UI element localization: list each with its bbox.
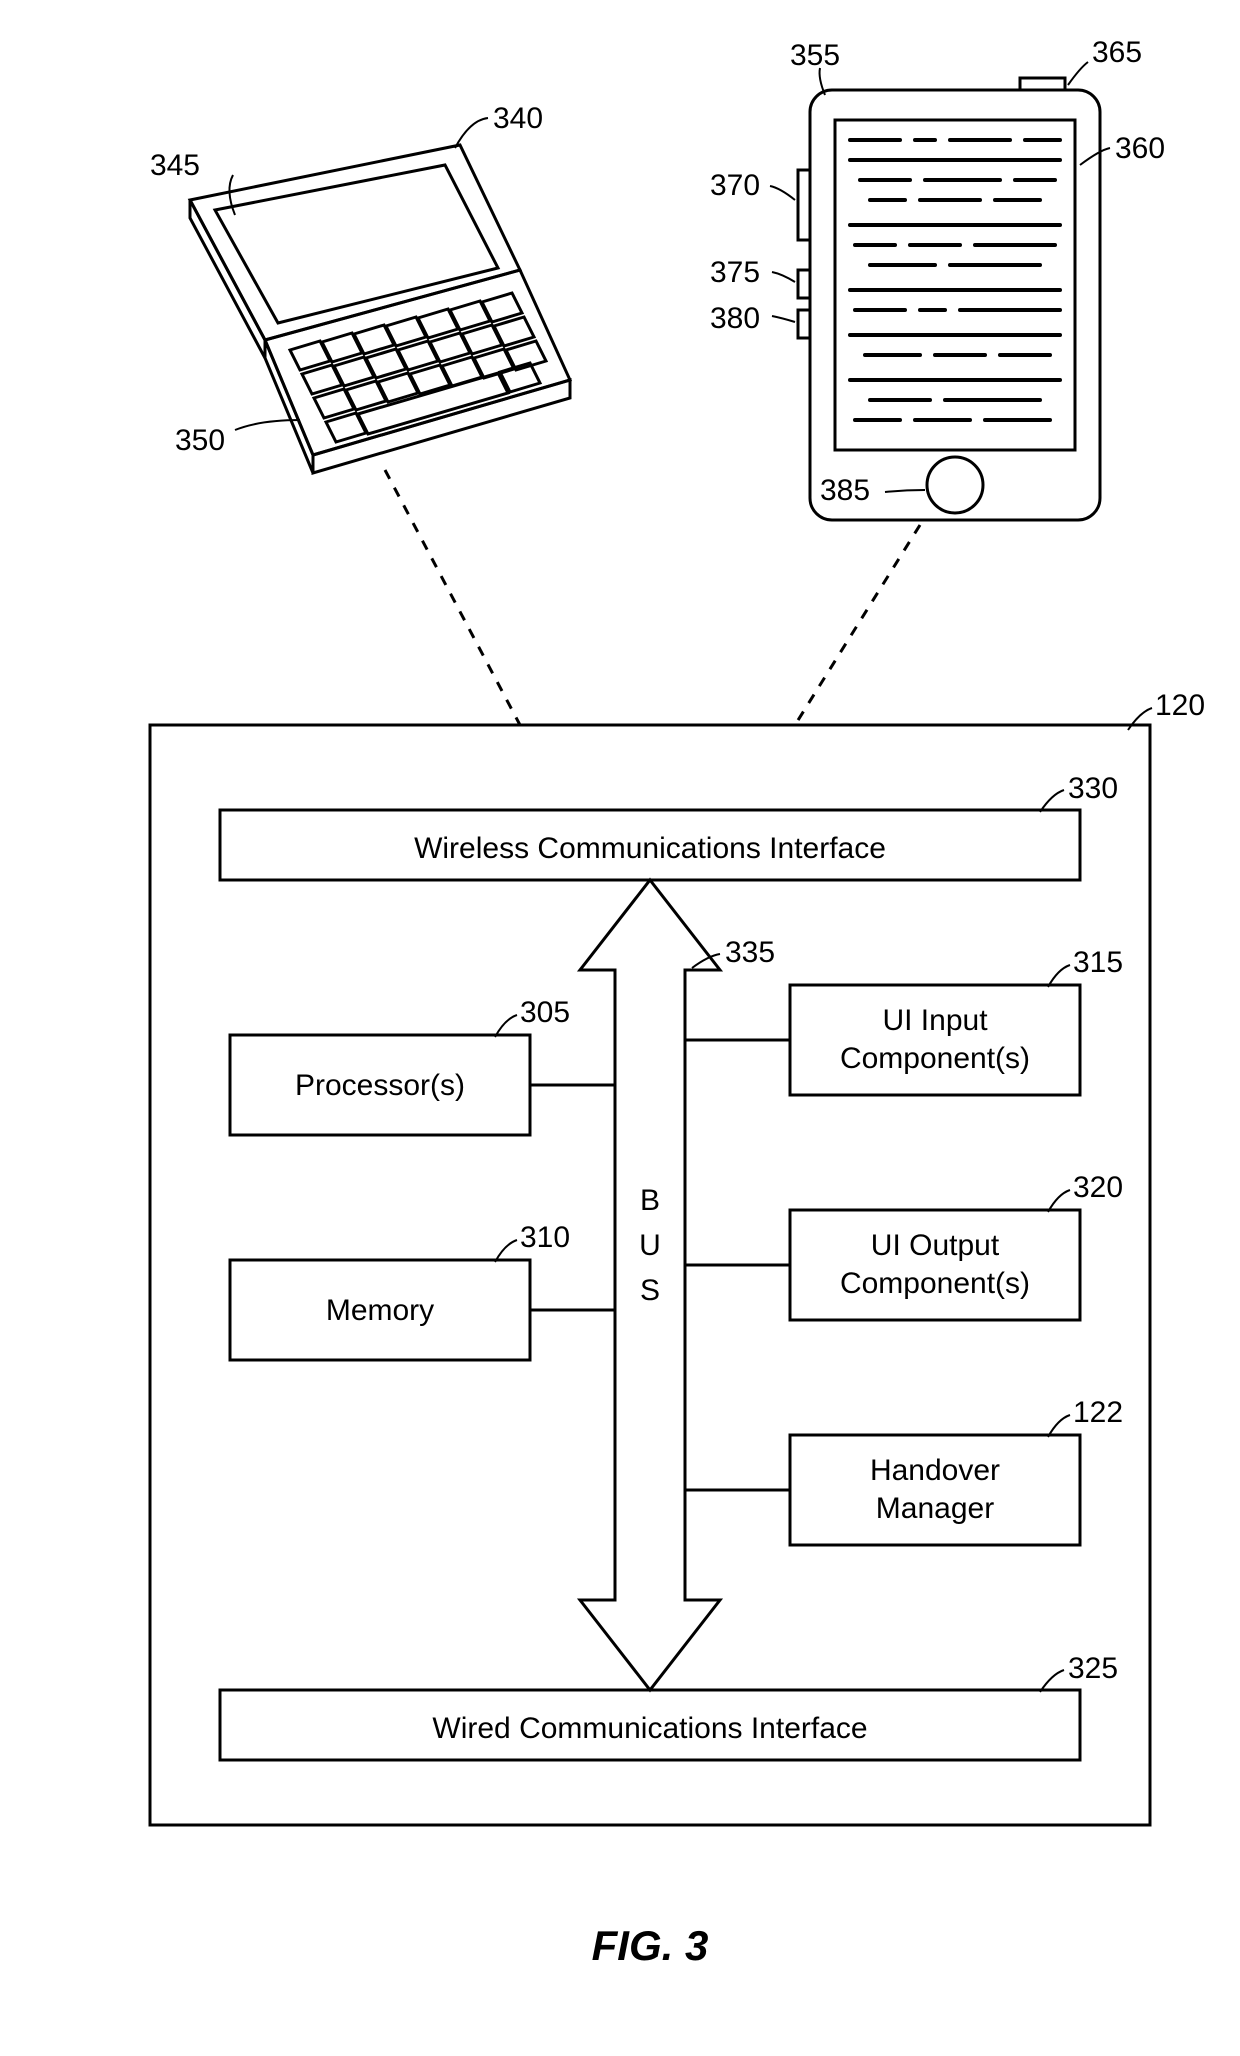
figure-3-diagram: 340 345 350 — [0, 0, 1240, 2056]
ref-345: 345 — [150, 149, 200, 182]
ref-120: 120 — [1155, 689, 1205, 722]
ui-output-label-2: Component(s) — [840, 1267, 1030, 1300]
handover-label-2: Manager — [876, 1492, 994, 1525]
ui-input-label-1: UI Input — [882, 1004, 988, 1037]
ref-335: 335 — [725, 936, 775, 969]
ref-315: 315 — [1073, 946, 1123, 979]
handover-box — [790, 1435, 1080, 1545]
ref-320: 320 — [1073, 1171, 1123, 1204]
phone-icon — [798, 78, 1100, 520]
ui-output-box — [790, 1210, 1080, 1320]
laptop-icon — [190, 145, 570, 473]
ref-325: 325 — [1068, 1652, 1118, 1685]
memory-label: Memory — [326, 1294, 434, 1327]
bus-letter-u: U — [639, 1229, 661, 1262]
ref-365: 365 — [1092, 36, 1142, 69]
bus-letter-b: B — [640, 1184, 660, 1217]
ref-355: 355 — [790, 39, 840, 72]
ref-385: 385 — [820, 474, 870, 507]
ui-input-box — [790, 985, 1080, 1095]
ref-310: 310 — [520, 1221, 570, 1254]
ref-380: 380 — [710, 302, 760, 335]
ref-370: 370 — [710, 169, 760, 202]
ref-122: 122 — [1073, 1396, 1123, 1429]
ui-output-label-1: UI Output — [871, 1229, 1000, 1262]
ref-375: 375 — [710, 256, 760, 289]
processor-label: Processor(s) — [295, 1069, 465, 1102]
ref-360: 360 — [1115, 132, 1165, 165]
ref-330: 330 — [1068, 772, 1118, 805]
wired-interface-label: Wired Communications Interface — [432, 1712, 867, 1745]
figure-caption: FIG. 3 — [592, 1922, 709, 1969]
ref-350: 350 — [175, 424, 225, 457]
ref-305: 305 — [520, 996, 570, 1029]
ref-340: 340 — [493, 102, 543, 135]
bus-letter-s: S — [640, 1274, 660, 1307]
wireless-interface-label: Wireless Communications Interface — [414, 832, 886, 865]
ui-input-label-2: Component(s) — [840, 1042, 1030, 1075]
handover-label-1: Handover — [870, 1454, 1000, 1487]
